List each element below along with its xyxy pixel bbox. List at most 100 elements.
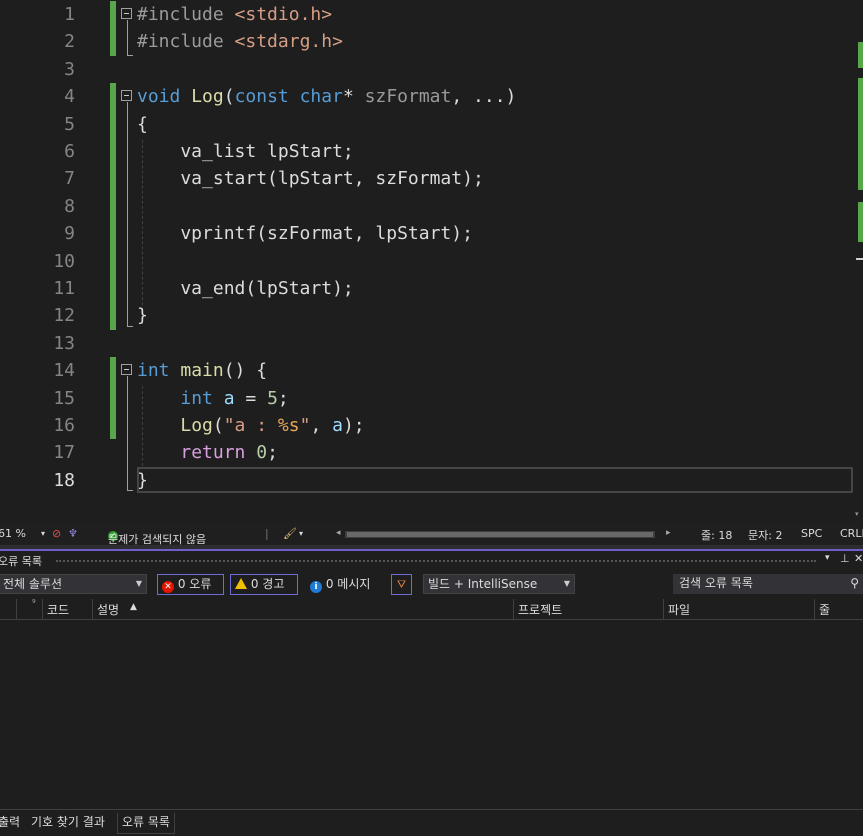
suppress-icon[interactable]: ⁹ bbox=[32, 599, 36, 609]
line-number: 7 bbox=[64, 168, 75, 190]
copilot-icon[interactable]: ♆ bbox=[68, 527, 78, 540]
line-number: 17 bbox=[53, 442, 75, 464]
code-text: va_list lpStart; bbox=[137, 141, 354, 162]
line-number: 8 bbox=[64, 195, 75, 217]
warnings-count: 0 경고 bbox=[250, 577, 285, 591]
code-line[interactable]: 7 va_start(lpStart, szFormat); bbox=[0, 165, 863, 193]
chevron-down-icon: ▼ bbox=[135, 579, 142, 588]
errors-filter-button[interactable]: ✕ 0 오류 bbox=[157, 574, 224, 595]
code-line[interactable]: 10 bbox=[0, 247, 863, 275]
scroll-down-icon[interactable]: ▾ bbox=[855, 510, 859, 518]
error-list-panel: 오류 목록 ▾ ⊥ ✕ 전체 솔루션 ▼ ✕ 0 오류 0 경고 i 0 메시지… bbox=[0, 551, 863, 836]
vertical-scrollbar[interactable]: ▾ bbox=[854, 0, 863, 523]
code-text: #include <stdio.h> bbox=[137, 4, 333, 25]
panel-title: 오류 목록 bbox=[0, 555, 42, 568]
tab-error-list[interactable]: 오류 목록 bbox=[117, 813, 175, 834]
code-line[interactable]: 13 bbox=[0, 330, 863, 357]
code-text: va_end(lpStart); bbox=[137, 278, 354, 299]
change-marker bbox=[110, 83, 116, 111]
tab-find-symbol-results[interactable]: 기호 찾기 결과 bbox=[27, 813, 109, 833]
collapse-icon[interactable] bbox=[121, 364, 132, 376]
change-marker bbox=[110, 220, 116, 248]
code-cleanup-icon[interactable]: 🖌 bbox=[283, 527, 297, 540]
error-list-header: ⁹ 코드 설명 ▲ 프로젝트 파일 줄 bbox=[0, 599, 863, 620]
column-header-line[interactable]: 줄 bbox=[819, 601, 830, 618]
line-number: 12 bbox=[53, 305, 75, 327]
code-line[interactable]: 15 int a = 5; bbox=[0, 384, 863, 412]
filter-icon[interactable]: ⛛ bbox=[391, 574, 412, 595]
whitespace-indicator[interactable]: SPC bbox=[801, 527, 822, 540]
messages-filter-button[interactable]: i 0 메시지 bbox=[305, 574, 383, 595]
code-text: void Log(const char* szFormat, ...) bbox=[137, 86, 517, 108]
code-line[interactable]: 9 vprintf(szFormat, lpStart); bbox=[0, 220, 863, 248]
editor-status-bar: 61 % ▾ ⊘ ♆ ✓ 문제가 검색되지 않음 | 🖌 ▾ ◂ ▸ 줄: 18… bbox=[0, 523, 863, 546]
chevron-down-icon: ▼ bbox=[563, 579, 570, 588]
scroll-right-icon[interactable]: ▸ bbox=[666, 528, 671, 538]
change-marker bbox=[110, 302, 116, 330]
search-placeholder: 검색 오류 목록 bbox=[679, 576, 753, 590]
code-line[interactable]: 16 Log("a : %s", a); bbox=[0, 412, 863, 440]
change-marker bbox=[110, 357, 116, 385]
panel-tabs: 출력 기호 찾기 결과 오류 목록 bbox=[0, 809, 863, 836]
scope-value: 전체 솔루션 bbox=[3, 577, 63, 591]
code-text: { bbox=[137, 113, 148, 135]
chevron-down-icon[interactable]: ▾ bbox=[299, 529, 303, 538]
code-text: int a = 5; bbox=[180, 387, 289, 409]
line-number: 6 bbox=[64, 141, 75, 162]
line-number: 9 bbox=[64, 223, 75, 245]
zoom-dropdown-icon[interactable]: ▾ bbox=[41, 529, 45, 538]
change-marker bbox=[110, 1, 116, 29]
code-line[interactable]: 14 int main() { bbox=[0, 357, 863, 385]
zoom-level[interactable]: 61 % bbox=[0, 527, 26, 540]
column-header-code[interactable]: 코드 bbox=[47, 601, 69, 618]
tab-output[interactable]: 출력 bbox=[0, 813, 24, 833]
code-line[interactable]: 8 bbox=[0, 192, 863, 221]
change-marker bbox=[110, 28, 116, 56]
code-line[interactable]: 4 void Log(const char* szFormat, ...) bbox=[0, 83, 863, 111]
code-line[interactable]: 3 bbox=[0, 56, 863, 83]
collapse-icon[interactable] bbox=[121, 8, 132, 19]
code-line[interactable]: 6 va_list lpStart; bbox=[0, 138, 863, 166]
search-input[interactable]: 검색 오류 목록 ⚲ bbox=[673, 574, 863, 594]
intellicode-icon[interactable]: ⊘ bbox=[52, 527, 61, 540]
code-editor[interactable]: 1 #include <stdio.h> 2 #include <stdarg.… bbox=[0, 0, 863, 523]
errors-count: 0 오류 bbox=[177, 577, 212, 591]
error-list-body[interactable] bbox=[0, 620, 863, 808]
column-header-project[interactable]: 프로젝트 bbox=[518, 601, 562, 618]
change-marker bbox=[110, 412, 116, 440]
search-icon: ⚲ bbox=[850, 576, 859, 590]
column-indicator[interactable]: 문자: 2 bbox=[748, 527, 782, 543]
collapse-icon[interactable] bbox=[121, 90, 132, 102]
code-line[interactable]: 5 { bbox=[0, 110, 863, 138]
line-number: 16 bbox=[53, 415, 75, 436]
line-number: 4 bbox=[64, 86, 75, 108]
line-number: 5 bbox=[64, 113, 75, 135]
horizontal-scrollbar[interactable] bbox=[345, 531, 655, 538]
line-number: 10 bbox=[53, 250, 75, 272]
scroll-left-icon[interactable]: ◂ bbox=[336, 528, 341, 538]
column-header-file[interactable]: 파일 bbox=[668, 601, 690, 618]
warnings-filter-button[interactable]: 0 경고 bbox=[230, 574, 298, 595]
code-line[interactable]: 17 return 0; bbox=[0, 439, 863, 466]
code-text: #include <stdarg.h> bbox=[137, 31, 343, 53]
pin-icon[interactable]: ⊥ bbox=[840, 552, 850, 565]
code-text: return 0; bbox=[180, 442, 278, 464]
code-line[interactable]: 2 #include <stdarg.h> bbox=[0, 28, 863, 56]
line-number: 2 bbox=[64, 31, 75, 53]
line-number: 1 bbox=[64, 4, 75, 25]
code-line[interactable]: 11 va_end(lpStart); bbox=[0, 275, 863, 303]
column-header-description[interactable]: 설명 bbox=[97, 601, 119, 618]
warning-icon bbox=[235, 578, 247, 589]
line-ending-indicator[interactable]: CRLF bbox=[840, 527, 863, 540]
build-filter-dropdown[interactable]: 빌드 + IntelliSense ▼ bbox=[423, 574, 575, 594]
code-text: vprintf(szFormat, lpStart); bbox=[137, 223, 473, 245]
line-indicator[interactable]: 줄: 18 bbox=[701, 527, 732, 543]
code-line[interactable]: 1 #include <stdio.h> bbox=[0, 1, 863, 29]
code-text: va_start(lpStart, szFormat); bbox=[137, 168, 484, 190]
chevron-down-icon[interactable]: ▾ bbox=[825, 553, 830, 563]
current-line-highlight bbox=[137, 467, 853, 493]
close-icon[interactable]: ✕ bbox=[854, 552, 863, 565]
change-marker bbox=[110, 110, 116, 138]
line-number: 11 bbox=[53, 278, 75, 299]
scope-dropdown[interactable]: 전체 솔루션 ▼ bbox=[0, 574, 147, 594]
